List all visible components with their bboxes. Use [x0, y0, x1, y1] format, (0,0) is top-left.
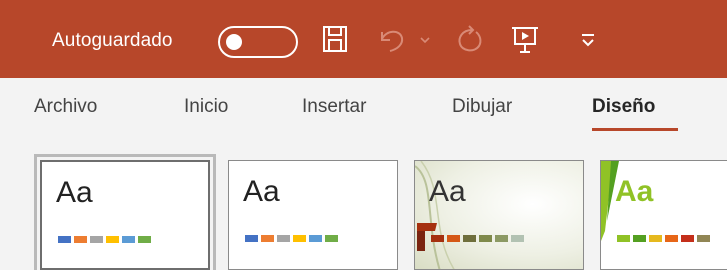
color-swatch: [106, 236, 119, 243]
theme-color-swatches: [431, 235, 524, 242]
color-swatch: [463, 235, 476, 242]
color-swatch: [138, 236, 151, 243]
undo-icon[interactable]: [374, 24, 410, 54]
color-swatch: [90, 236, 103, 243]
theme-thumbnail-facet[interactable]: Aa: [600, 160, 727, 270]
save-icon[interactable]: [320, 24, 350, 54]
color-swatch: [74, 236, 87, 243]
theme-color-swatches: [245, 235, 338, 242]
color-swatch: [617, 235, 630, 242]
color-swatch: [58, 236, 71, 243]
color-swatch: [309, 235, 322, 242]
color-swatch: [293, 235, 306, 242]
present-from-beginning-icon[interactable]: [510, 24, 540, 56]
theme-thumbnail-textured[interactable]: Aa: [414, 160, 584, 270]
color-swatch: [122, 236, 135, 243]
color-swatch: [245, 235, 258, 242]
tab-diseno[interactable]: Diseño: [592, 96, 655, 118]
color-swatch: [431, 235, 444, 242]
autosave-toggle-knob: [226, 34, 242, 50]
tab-inicio[interactable]: Inicio: [184, 96, 228, 118]
tab-archivo[interactable]: Archivo: [34, 96, 97, 118]
color-swatch: [681, 235, 694, 242]
theme-thumbnail-office-2[interactable]: Aa: [228, 160, 398, 270]
undo-dropdown-icon[interactable]: [418, 36, 432, 46]
color-swatch: [479, 235, 492, 242]
active-tab-indicator: [592, 128, 678, 131]
autosave-toggle[interactable]: [218, 26, 298, 58]
redo-icon[interactable]: [452, 24, 486, 56]
theme-sample-text: Aa: [429, 175, 466, 208]
color-swatch: [511, 235, 524, 242]
color-swatch: [277, 235, 290, 242]
color-swatch: [649, 235, 662, 242]
autosave-label: Autoguardado: [52, 30, 173, 51]
theme-color-swatches: [58, 236, 151, 243]
color-swatch: [697, 235, 710, 242]
theme-thumbnail-office[interactable]: Aa: [34, 154, 216, 270]
theme-sample-text: Aa: [56, 176, 93, 209]
theme-color-swatches: [617, 235, 710, 242]
quick-access-toolbar: Autoguardado: [0, 0, 727, 78]
color-swatch: [633, 235, 646, 242]
color-swatch: [665, 235, 678, 242]
customize-toolbar-icon[interactable]: [578, 32, 598, 48]
color-swatch: [495, 235, 508, 242]
color-swatch: [447, 235, 460, 242]
color-swatch: [261, 235, 274, 242]
theme-sample-text: Aa: [243, 175, 280, 208]
color-swatch: [325, 235, 338, 242]
tab-insertar[interactable]: Insertar: [302, 96, 366, 118]
tab-dibujar[interactable]: Dibujar: [452, 96, 512, 118]
theme-sample-text: Aa: [615, 175, 654, 208]
theme-gallery: Aa Aa Aa Aa: [0, 140, 727, 270]
